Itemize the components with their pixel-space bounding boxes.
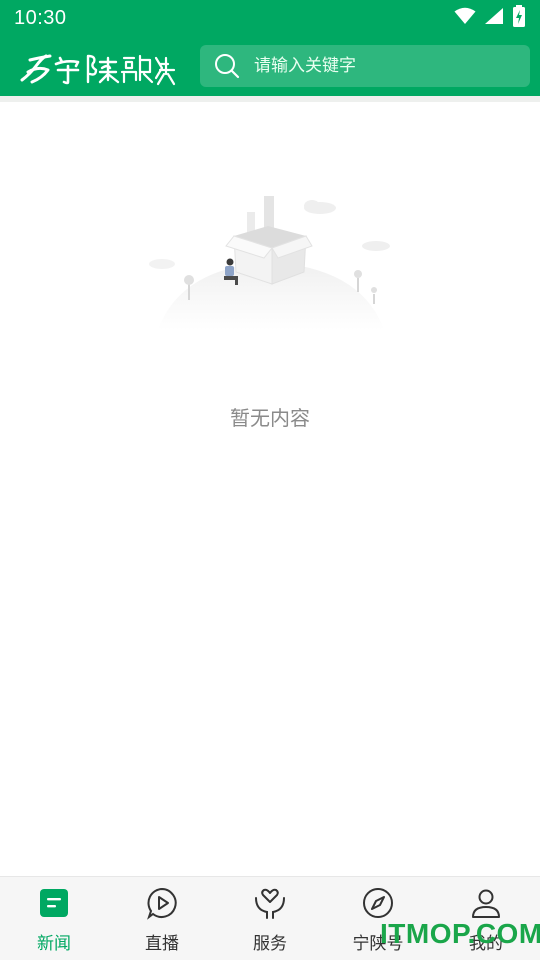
battery-charging-icon <box>512 5 526 31</box>
nav-label-live: 直播 <box>145 934 179 954</box>
nav-label-ningshaan-account: 宁陕号 <box>352 934 404 954</box>
compass-icon <box>360 885 396 921</box>
search-box[interactable] <box>200 45 530 87</box>
heart-hand-icon <box>252 885 288 921</box>
person-icon <box>468 885 504 921</box>
status-time: 10:30 <box>14 6 67 29</box>
play-icon <box>144 885 180 921</box>
nav-item-mine[interactable]: 我的 <box>432 877 540 960</box>
search-icon <box>212 51 242 81</box>
empty-message: 暂无内容 <box>230 406 310 430</box>
empty-state: 暂无内容 <box>0 102 540 876</box>
nav-label-service: 服务 <box>253 934 287 954</box>
status-bar: 10:30 <box>0 0 540 36</box>
app-header <box>0 36 540 96</box>
search-input[interactable] <box>254 56 494 76</box>
empty-illustration <box>140 190 400 380</box>
nav-item-live[interactable]: 直播 <box>108 877 216 960</box>
signal-icon <box>484 7 504 29</box>
news-icon <box>36 885 72 921</box>
nav-item-news[interactable]: 新闻 <box>0 877 108 960</box>
app-root: 10:30 请输入关键字 暂无内容 新闻 直播 服务 宁陕号 我的 ITMOP.… <box>0 0 540 960</box>
nav-item-service[interactable]: 服务 <box>216 877 324 960</box>
nav-label-mine: 我的 <box>469 934 503 954</box>
status-icons <box>454 5 526 31</box>
wifi-icon <box>454 7 476 29</box>
nav-item-ningshaan-account[interactable]: 宁陕号 <box>324 877 432 960</box>
bottom-nav: 新闻 直播 服务 宁陕号 我的 <box>0 876 540 960</box>
app-logo <box>16 44 176 88</box>
nav-label-news: 新闻 <box>37 934 71 954</box>
